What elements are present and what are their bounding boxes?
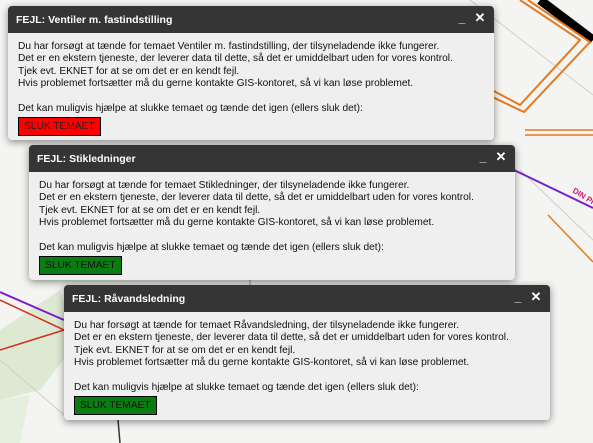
dialog-body: Du har forsøgt at tænde for temaet Venti… [8, 33, 494, 137]
minimize-icon[interactable]: _ [456, 11, 468, 25]
message-line: Du har forsøgt at tænde for temaet Stikl… [39, 180, 410, 191]
message-line: Tjek evt. EKNET for at se om det er en k… [74, 344, 296, 356]
dialog-titlebar[interactable]: FEJL: Råvandsledning _ ✕ [64, 285, 550, 312]
message-line: Du har forsøgt at tænde for temaet Venti… [18, 41, 440, 52]
error-dialog-stikledninger: FEJL: Stikledninger _ ✕ Du har forsøgt a… [29, 145, 515, 280]
dialog-title: FEJL: Stikledninger [37, 152, 136, 165]
dialog-prompt: Det kan muligvis hjælpe at slukke temaet… [39, 241, 384, 253]
turn-off-theme-button[interactable]: SLUK TEMAET [39, 256, 122, 276]
minimize-icon[interactable]: _ [512, 290, 524, 304]
close-icon[interactable]: ✕ [495, 150, 507, 164]
close-icon[interactable]: ✕ [530, 290, 542, 304]
error-dialog-ventiler: FEJL: Ventiler m. fastindstilling _ ✕ Du… [8, 6, 494, 140]
message-line: Det er en ekstern tjeneste, der leverer … [39, 192, 474, 204]
message-line: Tjek evt. EKNET for at se om det er en k… [39, 204, 261, 216]
dialog-title: FEJL: Ventiler m. fastindstilling [16, 13, 173, 26]
dialog-titlebar[interactable]: FEJL: Ventiler m. fastindstilling _ ✕ [8, 6, 494, 33]
dialog-titlebar[interactable]: FEJL: Stikledninger _ ✕ [29, 145, 515, 172]
message-line: Hvis problemet fortsætter må du gerne ko… [74, 357, 470, 369]
dialog-prompt: Det kan muligvis hjælpe at slukke temaet… [18, 102, 363, 114]
message-line: Hvis problemet fortsætter må du gerne ko… [18, 78, 414, 90]
message-line: Hvis problemet fortsætter må du gerne ko… [39, 217, 435, 229]
dialog-title: FEJL: Råvandsledning [72, 292, 186, 305]
dialog-prompt: Det kan muligvis hjælpe at slukke temaet… [74, 381, 419, 393]
message-line: Det er en ekstern tjeneste, der leverer … [18, 53, 453, 65]
close-icon[interactable]: ✕ [474, 11, 486, 25]
message-line: Det er en ekstern tjeneste, der leverer … [74, 332, 509, 344]
turn-off-theme-button[interactable]: SLUK TEMAET [74, 396, 157, 416]
dialog-body: Du har forsøgt at tænde for temaet Råvan… [64, 312, 550, 416]
dialog-body: Du har forsøgt at tænde for temaet Stikl… [29, 172, 515, 276]
minimize-icon[interactable]: _ [477, 150, 489, 164]
message-line: Du har forsøgt at tænde for temaet Råvan… [74, 320, 460, 331]
message-line: Tjek evt. EKNET for at se om det er en k… [18, 65, 240, 77]
error-dialog-raavandsledning: FEJL: Råvandsledning _ ✕ Du har forsøgt … [64, 285, 550, 420]
turn-off-theme-button[interactable]: SLUK TEMAET [18, 117, 101, 137]
